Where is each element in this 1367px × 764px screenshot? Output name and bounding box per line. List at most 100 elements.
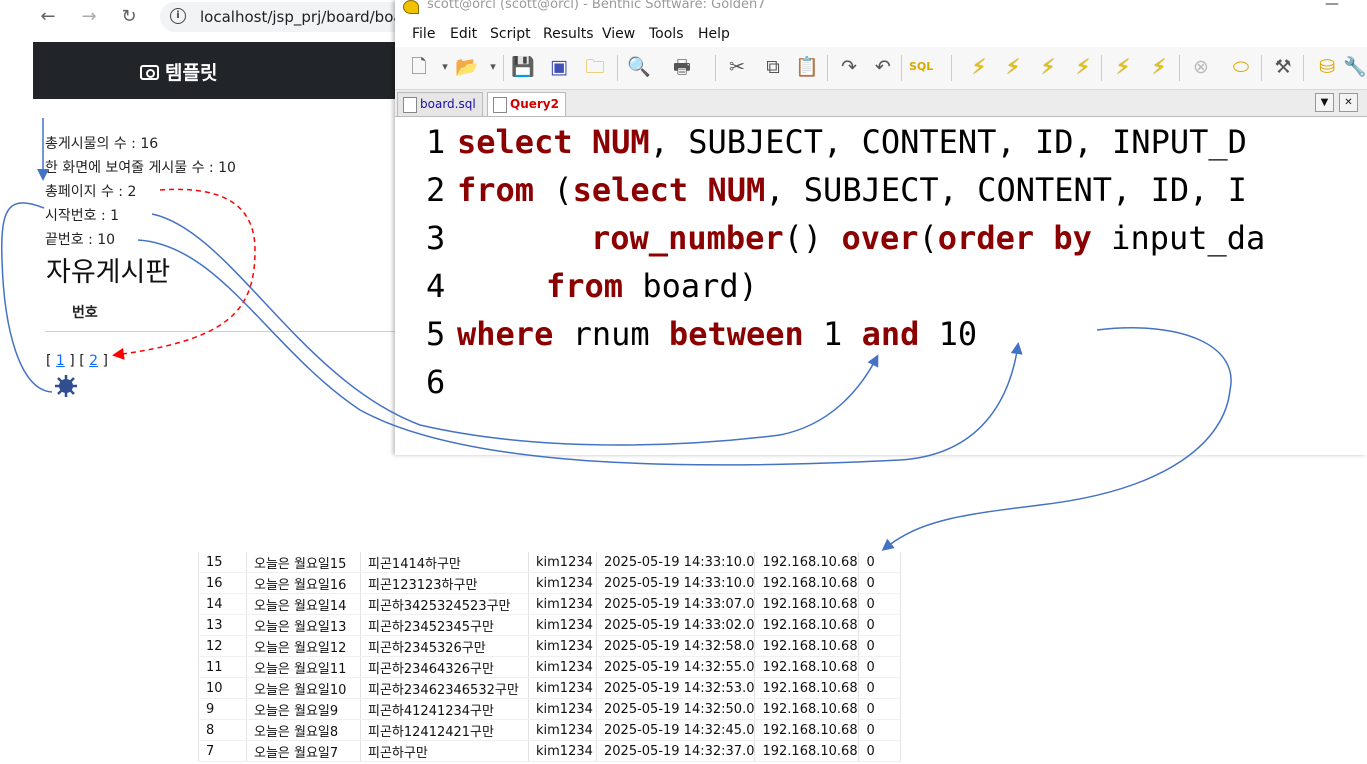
cell-id[interactable]: kim1234 — [528, 656, 597, 678]
cell-cnt[interactable]: 0 — [858, 740, 902, 762]
cell-ip[interactable]: 192.168.10.68 — [754, 740, 860, 762]
cell-subject[interactable]: 오늘은 월요일14 — [246, 593, 361, 615]
cell-cnt[interactable]: 0 — [858, 614, 902, 636]
reload-icon[interactable]: ↻ — [117, 5, 141, 29]
cell-num[interactable]: 14 — [198, 593, 247, 615]
cell-cnt[interactable]: 0 — [858, 698, 902, 720]
cell-content[interactable]: 피곤하12412421구만 — [360, 719, 529, 741]
cell-input-date[interactable]: 2025-05-19 14:32:53.0 — [596, 677, 756, 699]
cell-subject[interactable]: 오늘은 월요일7 — [246, 740, 361, 762]
cell-ip[interactable]: 192.168.10.68 — [754, 677, 860, 699]
table-row[interactable]: 13 오늘은 월요일13 피곤하23452345구만 kim1234 2025-05-1… — [198, 614, 902, 636]
cell-num[interactable]: 7 — [198, 740, 247, 762]
table-row[interactable]: 16 오늘은 월요일16 피곤123123하구만 kim1234 2025-05-19 … — [198, 572, 902, 594]
save-icon[interactable]: 💾 — [511, 55, 535, 79]
cell-ip[interactable]: 192.168.10.68 — [754, 719, 860, 741]
execute-list-icon[interactable]: ⚡ — [1071, 55, 1095, 79]
url-text[interactable]: localhost/jsp_prj/board/boa — [200, 8, 403, 26]
cell-ip[interactable]: 192.168.10.68 — [754, 614, 860, 636]
cell-ip[interactable]: 192.168.10.68 — [754, 572, 860, 594]
cell-ip[interactable]: 192.168.10.68 — [754, 656, 860, 678]
cell-id[interactable]: kim1234 — [528, 740, 597, 762]
cell-cnt[interactable]: 0 — [858, 552, 902, 573]
copy-icon[interactable]: ⧉ — [761, 55, 785, 79]
tab-board-sql[interactable]: board.sql — [397, 92, 483, 116]
tab-dropdown-button[interactable]: ▼ — [1315, 93, 1334, 112]
menu-file[interactable]: File — [412, 26, 435, 42]
menu-edit[interactable]: Edit — [450, 26, 477, 42]
menu-view[interactable]: View — [602, 26, 635, 42]
paste-icon[interactable]: 📋 — [795, 55, 819, 79]
print-preview-icon[interactable]: 🔍 — [627, 55, 651, 79]
cell-content[interactable]: 피곤하3425324523구만 — [360, 593, 529, 615]
cell-input-date[interactable]: 2025-05-19 14:33:10.0 — [596, 572, 756, 594]
cell-input-date[interactable]: 2025-05-19 14:32:45.0 — [596, 719, 756, 741]
commit-icon[interactable]: ⬭ — [1229, 55, 1253, 79]
save-all-icon[interactable]: ▣ — [547, 55, 571, 79]
cell-subject[interactable]: 오늘은 월요일12 — [246, 635, 361, 657]
table-row[interactable]: 9 오늘은 월요일9 피곤하41241234구만 kim1234 2025-05-19 … — [198, 698, 902, 720]
cell-subject[interactable]: 오늘은 월요일13 — [246, 614, 361, 636]
table-row[interactable]: 10 오늘은 월요일10 피곤하23462346532구만 kim1234 2025-0… — [198, 677, 902, 699]
cell-id[interactable]: kim1234 — [528, 552, 597, 573]
table-row[interactable]: 8 오늘은 월요일8 피곤하12412421구만 kim1234 2025-05-19 … — [198, 719, 902, 741]
cell-content[interactable]: 피곤하41241234구만 — [360, 698, 529, 720]
table-row[interactable]: 14 오늘은 월요일14 피곤하3425324523구만 kim1234 2025-05… — [198, 593, 902, 615]
tab-query2[interactable]: Query2 — [487, 92, 566, 116]
cell-num[interactable]: 11 — [198, 656, 247, 678]
cell-cnt[interactable]: 0 — [858, 677, 902, 699]
new-file-icon[interactable]: 🗋 — [407, 55, 431, 79]
cell-num[interactable]: 8 — [198, 719, 247, 741]
back-icon[interactable]: ← — [36, 5, 60, 29]
table-row[interactable]: 7 오늘은 월요일7 피곤하구만 kim1234 2025-05-19 14:32:37… — [198, 740, 902, 762]
wrench-icon[interactable]: 🔧 — [1343, 55, 1367, 79]
cell-subject[interactable]: 오늘은 월요일8 — [246, 719, 361, 741]
cell-content[interactable]: 피곤하구만 — [360, 740, 529, 762]
cell-subject[interactable]: 오늘은 월요일10 — [246, 677, 361, 699]
menu-script[interactable]: Script — [490, 26, 531, 42]
page-link-2[interactable]: 2 — [89, 353, 98, 369]
cell-input-date[interactable]: 2025-05-19 14:33:02.0 — [596, 614, 756, 636]
sql-format-icon[interactable]: SQL — [909, 55, 933, 79]
cell-id[interactable]: kim1234 — [528, 614, 597, 636]
cell-ip[interactable]: 192.168.10.68 — [754, 593, 860, 615]
cell-cnt[interactable]: 0 — [858, 719, 902, 741]
menu-tools[interactable]: Tools — [649, 26, 684, 42]
cell-subject[interactable]: 오늘은 월요일11 — [246, 656, 361, 678]
undo-icon[interactable]: ↶ — [871, 55, 895, 79]
explain-one-icon[interactable]: ⚡ — [1147, 55, 1171, 79]
menu-help[interactable]: Help — [698, 26, 730, 42]
cell-subject[interactable]: 오늘은 월요일9 — [246, 698, 361, 720]
cell-subject[interactable]: 오늘은 월요일15 — [246, 552, 361, 573]
cell-input-date[interactable]: 2025-05-19 14:33:10.0 — [596, 552, 756, 573]
tab-close-button[interactable]: ✕ — [1339, 93, 1358, 112]
forward-icon[interactable]: → — [77, 5, 101, 29]
cell-num[interactable]: 10 — [198, 677, 247, 699]
open-recent-icon[interactable]: 🗀 — [583, 55, 607, 79]
cell-cnt[interactable]: 0 — [858, 656, 902, 678]
table-row[interactable]: 11 오늘은 월요일11 피곤하23464326구만 kim1234 2025-05-1… — [198, 656, 902, 678]
cell-id[interactable]: kim1234 — [528, 593, 597, 615]
sql-editor[interactable]: 1 2 3 4 5 6 select NUM, SUBJECT, CONTENT… — [395, 117, 1367, 455]
cell-input-date[interactable]: 2025-05-19 14:32:58.0 — [596, 635, 756, 657]
explain-icon[interactable]: ⚡ — [1111, 55, 1135, 79]
table-row[interactable]: 12 오늘은 월요일12 피곤하2345326구만 kim1234 2025-05-19… — [198, 635, 902, 657]
cell-num[interactable]: 12 — [198, 635, 247, 657]
cell-num[interactable]: 15 — [198, 552, 247, 573]
cell-cnt[interactable]: 0 — [858, 572, 902, 594]
cell-num[interactable]: 13 — [198, 614, 247, 636]
cell-subject[interactable]: 오늘은 월요일16 — [246, 572, 361, 594]
cell-num[interactable]: 16 — [198, 572, 247, 594]
cell-ip[interactable]: 192.168.10.68 — [754, 698, 860, 720]
cell-id[interactable]: kim1234 — [528, 572, 597, 594]
execute-icon[interactable]: ⚡ — [967, 55, 991, 79]
cell-input-date[interactable]: 2025-05-19 14:32:50.0 — [596, 698, 756, 720]
cell-cnt[interactable]: 0 — [858, 635, 902, 657]
tools-icon[interactable]: ⚒ — [1271, 55, 1295, 79]
cell-id[interactable]: kim1234 — [528, 698, 597, 720]
redo-icon[interactable]: ↷ — [837, 55, 861, 79]
site-info-icon[interactable]: i — [170, 8, 186, 24]
cell-cnt[interactable]: 0 — [858, 593, 902, 615]
cell-content[interactable]: 피곤123123하구만 — [360, 572, 529, 594]
execute-statement-icon[interactable]: ⚡ — [1001, 55, 1025, 79]
